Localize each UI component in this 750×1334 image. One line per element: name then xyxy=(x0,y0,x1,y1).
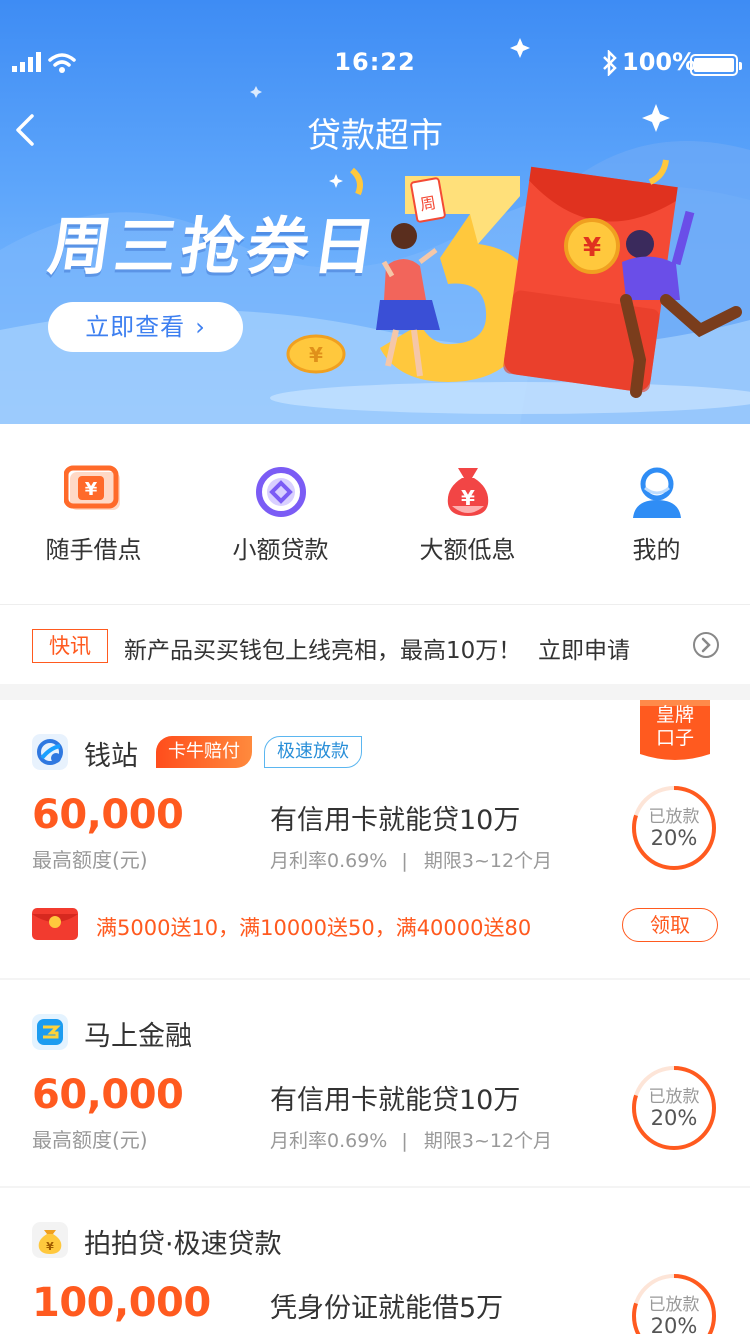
quick-entry-grid: ¥ 随手借点 小额贷款 ¥ 大额低息 我的 xyxy=(0,424,750,604)
quick-entry-label: 随手借点 xyxy=(45,536,142,564)
brand-name: 拍拍贷·极速贷款 xyxy=(84,1229,282,1260)
loan-headline: 凭身份证就能借5万 xyxy=(270,1293,504,1324)
quick-entry-small-loan[interactable]: 小额贷款 xyxy=(187,424,374,604)
max-amount-label: 最高额度(元) xyxy=(32,1128,148,1152)
max-amount: 60,000 xyxy=(32,1072,184,1118)
loan-term: 期限3~12个月 xyxy=(423,850,553,872)
page-title: 贷款超市 xyxy=(307,116,443,156)
apply-now-link[interactable]: 立即申请 xyxy=(538,631,630,665)
quick-entry-label: 小额贷款 xyxy=(232,536,329,564)
brand-name: 马上金融 xyxy=(84,1021,192,1052)
loan-card-qianzhan[interactable]: 钱站 卡牛赔付 极速放款 皇牌 口子 60,000 最高额度(元) 有信用卡就能… xyxy=(0,700,750,978)
payout-value: 20% xyxy=(650,826,698,850)
separator: | xyxy=(401,1130,408,1152)
loan-terms: 月利率0.69% | 期限3~12个月 xyxy=(270,1126,552,1153)
svg-text:¥: ¥ xyxy=(309,343,323,367)
fast-payout-badge: 极速放款 xyxy=(264,736,362,768)
svg-text:¥: ¥ xyxy=(583,233,601,263)
quick-entry-label: 大额低息 xyxy=(419,536,516,564)
user-icon xyxy=(632,467,681,518)
ribbon-text: 皇牌 口子 xyxy=(655,704,694,749)
svg-text:¥: ¥ xyxy=(461,486,475,510)
paipaidai-logo-icon: ¥ xyxy=(32,1222,68,1258)
chevron-right-icon: › xyxy=(195,313,206,341)
bluetooth-icon xyxy=(603,50,617,76)
max-amount-label: 最高额度(元) xyxy=(32,848,148,872)
banner-tag: 周 xyxy=(419,195,438,215)
loan-card-paipaidai[interactable]: ¥ 拍拍贷·极速贷款 100,000 凭身份证就能借5万 已放款 20% xyxy=(0,1188,750,1334)
svg-text:¥: ¥ xyxy=(84,479,97,500)
max-amount: 60,000 xyxy=(32,792,184,838)
monthly-rate: 月利率0.69% xyxy=(270,1130,388,1152)
quick-entry-borrow[interactable]: ¥ 随手借点 xyxy=(0,424,187,604)
claim-button[interactable]: 领取 xyxy=(622,908,718,942)
battery-percent: 100% xyxy=(622,48,697,76)
ribbon-badge: 皇牌 口子 xyxy=(640,696,710,766)
loan-term: 期限3~12个月 xyxy=(423,1130,553,1152)
payout-progress-ring: 已放款 20% xyxy=(630,1064,718,1152)
max-amount: 100,000 xyxy=(32,1280,211,1326)
chevron-right-circle-icon[interactable] xyxy=(692,631,720,659)
banner-title: 周三抢券日 xyxy=(44,210,385,283)
payout-progress-ring: 已放款 20% xyxy=(630,1272,718,1334)
qianzhan-logo-icon xyxy=(32,734,68,770)
svg-text:¥: ¥ xyxy=(46,1240,54,1253)
news-tag: 快讯 xyxy=(32,629,108,663)
quick-entry-large-loan[interactable]: ¥ 大额低息 xyxy=(374,424,561,604)
status-bar: 16:22 100% xyxy=(0,0,750,80)
payout-label: 已放款 xyxy=(648,1295,700,1315)
payout-value: 20% xyxy=(650,1314,698,1334)
payout-value: 20% xyxy=(650,1106,698,1130)
brand-name: 钱站 xyxy=(84,741,138,772)
loan-headline: 有信用卡就能贷10万 xyxy=(270,805,521,836)
money-bag-icon: ¥ xyxy=(447,468,488,516)
loan-headline: 有信用卡就能贷10万 xyxy=(270,1085,521,1116)
quick-entry-mine[interactable]: 我的 xyxy=(563,424,750,604)
payout-label: 已放款 xyxy=(648,807,700,827)
svg-text:周: 周 xyxy=(419,195,438,215)
mashang-logo-icon xyxy=(32,1014,68,1050)
payout-progress-ring: 已放款 20% xyxy=(630,784,718,872)
view-now-button[interactable]: 立即查看 › xyxy=(48,302,243,352)
diamond-circle-icon xyxy=(255,467,306,517)
battery-icon xyxy=(690,54,742,76)
loan-terms: 月利率0.69% | 期限3~12个月 xyxy=(270,846,552,873)
news-ticker[interactable]: 快讯 新产品买买钱包上线亮相，最高10万！ 立即申请 xyxy=(0,604,750,684)
coupon-promo-text: 满5000送10，满10000送50，满40000送80 xyxy=(96,916,532,940)
loan-card-mashang[interactable]: 马上金融 60,000 最高额度(元) 有信用卡就能贷10万 月利率0.69% … xyxy=(0,980,750,1186)
view-now-label: 立即查看 xyxy=(85,313,186,341)
payout-label: 已放款 xyxy=(648,1087,700,1107)
news-text: 新产品买买钱包上线亮相，最高10万！ xyxy=(124,638,522,664)
compensation-badge: 卡牛赔付 xyxy=(156,736,252,768)
red-envelope-icon xyxy=(32,908,78,940)
separator: | xyxy=(401,850,408,872)
yuan-card-icon: ¥ xyxy=(63,465,120,510)
monthly-rate: 月利率0.69% xyxy=(270,850,388,872)
quick-entry-label: 我的 xyxy=(632,536,681,564)
promo-banner[interactable]: ¥ ¥ 16:22 100% 贷款超市 周三抢券日 周 立即查看 › xyxy=(0,0,750,424)
loan-market-page: ¥ ¥ 16:22 100% 贷款超市 周三抢券日 周 立即查看 › ¥ 随手借… xyxy=(0,0,750,1334)
coupon-promo-row: 满5000送10，满10000送50，满40000送80 领取 xyxy=(0,904,750,948)
